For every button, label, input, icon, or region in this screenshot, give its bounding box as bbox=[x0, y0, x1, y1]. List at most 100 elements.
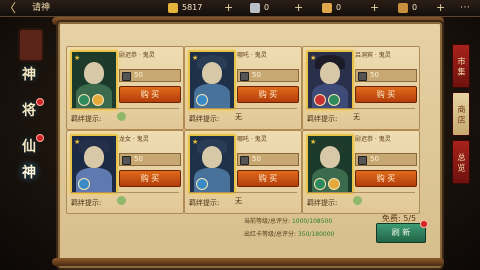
cost-value: 50 bbox=[370, 71, 379, 79]
element-icon bbox=[328, 178, 340, 190]
divider bbox=[71, 108, 179, 109]
element-icon bbox=[196, 178, 208, 190]
buy-button[interactable]: 购 买 bbox=[119, 170, 181, 187]
notification-dot bbox=[36, 134, 44, 142]
star-icon: ★ bbox=[74, 54, 81, 62]
hero-face bbox=[84, 146, 104, 168]
bond-hint-value bbox=[353, 196, 365, 205]
bond-hint-label: 羁绊提示: bbox=[189, 115, 220, 123]
bond-hint-label: 羁绊提示: bbox=[71, 199, 102, 207]
tab-shop[interactable]: 商 店 bbox=[452, 92, 470, 136]
bond-hint-label: 羁绊提示: bbox=[307, 115, 338, 123]
lantern-icon bbox=[18, 28, 44, 62]
token-icon bbox=[122, 72, 131, 81]
hero-face bbox=[320, 146, 340, 168]
buy-button[interactable]: 购 买 bbox=[355, 86, 417, 103]
notification-dot bbox=[36, 98, 44, 106]
bag-icon bbox=[398, 2, 408, 13]
hero-card[interactable]: ★ 哪吒 · 鬼灵 50 购 买 羁绊提示: 无 bbox=[184, 130, 302, 214]
gold-bar-icon bbox=[168, 2, 178, 13]
hero-name: 哪吒 · 鬼灵 bbox=[237, 52, 267, 59]
hero-card[interactable]: ★ 尉迟恭 · 鬼灵 50 购 买 羁绊提示: bbox=[302, 130, 420, 214]
tab-market[interactable]: 市 集 bbox=[452, 44, 470, 88]
token-icon bbox=[358, 156, 367, 165]
hero-face bbox=[202, 146, 222, 168]
hero-card[interactable]: ★ 哪吒 · 鬼灵 50 购 买 羁绊提示: 无 bbox=[184, 46, 302, 130]
refresh-button[interactable]: 刷 新 bbox=[376, 223, 426, 243]
gold-resource: 5817 bbox=[168, 2, 202, 14]
hero-name: 尉迟恭 · 鬼灵 bbox=[355, 136, 391, 143]
cost-box: 50 bbox=[355, 153, 417, 166]
scroll-rod-bottom bbox=[52, 258, 444, 266]
more-button[interactable]: ⋯ bbox=[452, 1, 478, 15]
hero-portrait[interactable]: ★ bbox=[306, 50, 354, 110]
hero-name: 尉迟恭 · 鬼灵 bbox=[119, 52, 155, 59]
page-title: 请神 bbox=[32, 3, 51, 13]
hero-name: 龙女 · 鬼灵 bbox=[119, 136, 149, 143]
element-icon bbox=[314, 178, 326, 190]
bond-text: 无 bbox=[353, 113, 360, 121]
buy-button[interactable]: 购 买 bbox=[237, 170, 299, 187]
hero-portrait[interactable]: ★ bbox=[188, 50, 236, 110]
add-gold-button[interactable]: + bbox=[224, 1, 233, 15]
cost-box: 50 bbox=[237, 69, 299, 82]
hero-face bbox=[84, 62, 104, 84]
left-tab-4-active[interactable]: 神 bbox=[14, 160, 44, 186]
buy-button[interactable]: 购 买 bbox=[237, 86, 299, 103]
bond-hint-value: 无 bbox=[235, 196, 242, 206]
tab-overview[interactable]: 总 览 bbox=[452, 140, 470, 184]
hero-portrait[interactable]: ★ bbox=[188, 134, 236, 194]
hero-face bbox=[202, 62, 222, 84]
divider bbox=[189, 108, 297, 109]
hero-card[interactable]: ★ 龙女 · 鬼灵 50 购 买 羁绊提示: bbox=[66, 130, 184, 214]
cost-value: 50 bbox=[252, 71, 261, 79]
star-icon: ★ bbox=[310, 54, 317, 62]
hero-card[interactable]: ★ 吕洞宾 · 鬼灵 50 购 买 羁绊提示: 无 bbox=[302, 46, 420, 130]
stat-value: 1000/108500 bbox=[291, 218, 333, 225]
element-icon bbox=[328, 94, 340, 106]
scroll-value: 0 bbox=[336, 3, 342, 12]
bond-hint-value: 无 bbox=[235, 112, 242, 122]
hero-portrait[interactable]: ★ bbox=[70, 134, 118, 194]
cost-value: 50 bbox=[370, 155, 379, 163]
token-value: 0 bbox=[264, 3, 270, 12]
cost-box: 50 bbox=[119, 69, 181, 82]
hero-portrait[interactable]: ★ bbox=[306, 134, 354, 194]
cost-box: 50 bbox=[119, 153, 181, 166]
scroll-resource: 0 bbox=[322, 2, 341, 14]
add-scroll-button[interactable]: + bbox=[370, 1, 379, 15]
stat-value: 350/180000 bbox=[297, 231, 335, 238]
jade-value: 0 bbox=[412, 3, 418, 12]
buy-button[interactable]: 购 买 bbox=[119, 86, 181, 103]
add-jade-button[interactable]: + bbox=[436, 1, 445, 15]
cost-value: 50 bbox=[134, 71, 143, 79]
notification-dot bbox=[420, 220, 428, 228]
cost-box: 50 bbox=[355, 69, 417, 82]
star-icon: ★ bbox=[192, 138, 199, 146]
bond-hint-label: 羁绊提示: bbox=[189, 199, 220, 207]
jade-resource: 0 bbox=[398, 2, 417, 14]
silver-token-icon bbox=[250, 2, 260, 13]
hero-name: 哪吒 · 鬼灵 bbox=[237, 136, 267, 143]
bond-hint-value: 无 bbox=[353, 112, 360, 122]
star-icon: ★ bbox=[310, 138, 317, 146]
scroll-icon bbox=[322, 2, 332, 13]
add-token-button[interactable]: + bbox=[294, 1, 303, 15]
hero-card[interactable]: ★ 尉迟恭 · 鬼灵 50 购 买 羁绊提示: bbox=[66, 46, 184, 130]
cost-value: 50 bbox=[252, 155, 261, 163]
star-icon: ★ bbox=[74, 138, 81, 146]
hero-portrait[interactable]: ★ bbox=[70, 50, 118, 110]
stat-label: 出红卡等级/总评分: bbox=[244, 231, 297, 238]
divider bbox=[307, 192, 415, 193]
bond-hint-value bbox=[117, 196, 129, 205]
buy-button[interactable]: 购 买 bbox=[355, 170, 417, 187]
bond-icon bbox=[353, 196, 362, 205]
bond-icon bbox=[117, 112, 126, 121]
divider bbox=[307, 108, 415, 109]
element-icon bbox=[196, 94, 208, 106]
token-icon bbox=[358, 72, 367, 81]
element-icon bbox=[92, 94, 104, 106]
back-button[interactable]: 〈 bbox=[4, 1, 30, 15]
bond-text: 无 bbox=[235, 113, 242, 121]
left-tab-1[interactable]: 神 bbox=[14, 62, 44, 88]
